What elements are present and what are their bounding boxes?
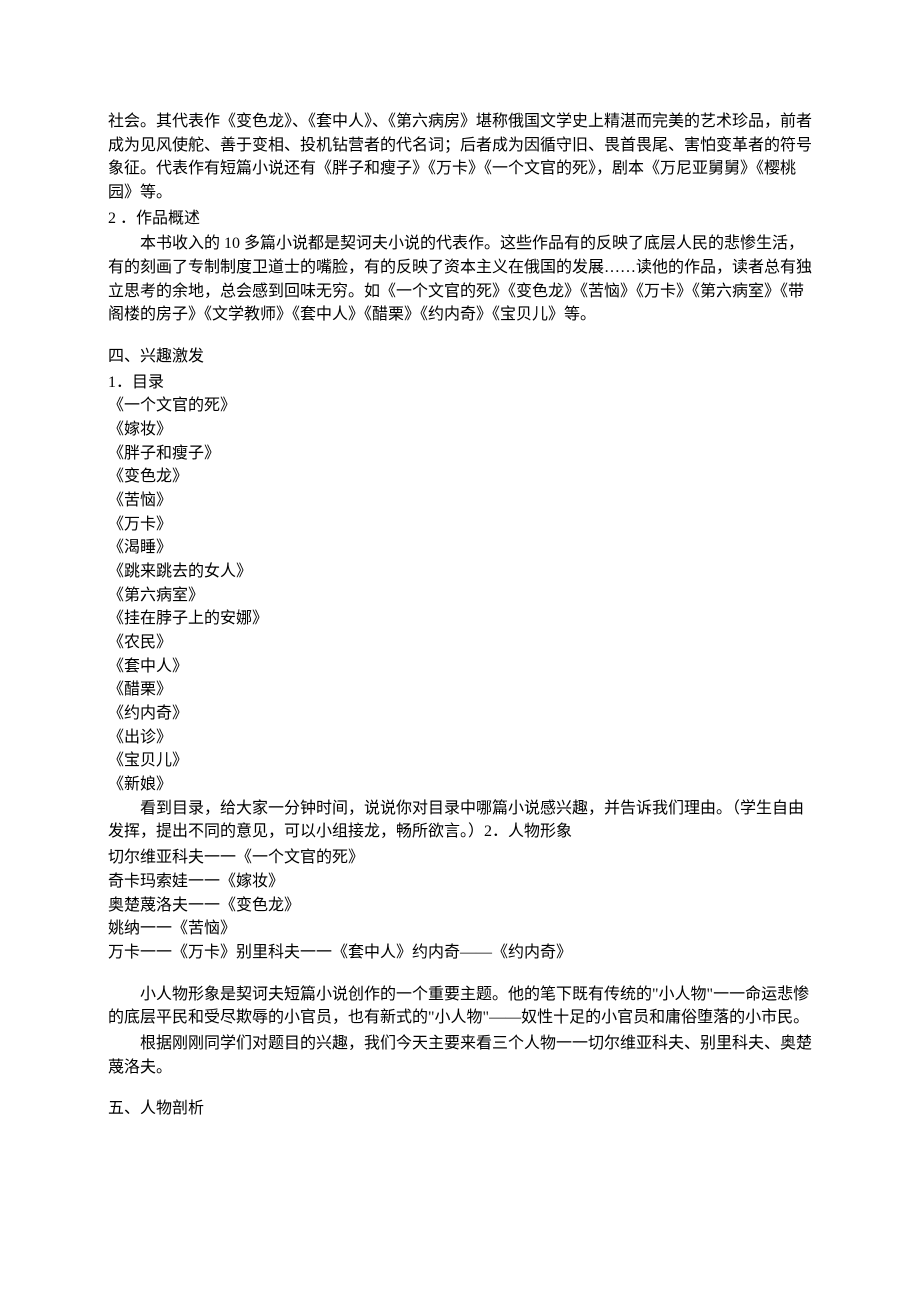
toc-label: 1．目录 — [108, 371, 812, 395]
paragraph-toc-prompt: 看到目录，给大家一分钟时间，说说你对目录中哪篇小说感兴趣，并告诉我们理由。（学生… — [108, 797, 812, 844]
paragraph-three-characters: 根据刚刚同学们对题目的兴趣，我们今天主要来看三个人物一一切尔维亚科夫、别里科夫、… — [108, 1032, 812, 1079]
toc-item: 《万卡》 — [108, 513, 812, 537]
toc-item: 《套中人》 — [108, 655, 812, 679]
toc-item: 《农民》 — [108, 631, 812, 655]
toc-item: 《变色龙》 — [108, 465, 812, 489]
character-mapping: 奥楚蔑洛夫一一《变色龙》 — [108, 894, 812, 918]
toc-item: 《挂在脖子上的安娜》 — [108, 607, 812, 631]
toc-item: 《出诊》 — [108, 726, 812, 750]
section-4-heading: 四、兴趣激发 — [108, 345, 812, 369]
toc-item: 《宝贝儿》 — [108, 749, 812, 773]
toc-item: 《渴睡》 — [108, 536, 812, 560]
toc-item: 《胖子和瘦子》 — [108, 442, 812, 466]
paragraph-representative-works: 社会。其代表作《变色龙》、《套中人》、《第六病房》堪称俄国文学史上精湛而完美的艺… — [108, 110, 812, 205]
spacer — [108, 965, 812, 983]
subheading-works-overview: 2 ．作品概述 — [108, 207, 812, 231]
character-mapping: 奇卡玛索娃一一《嫁妆》 — [108, 870, 812, 894]
character-mapping: 切尔维亚科夫一一《一个文官的死》 — [108, 846, 812, 870]
paragraph-works-overview-body: 本书收入的 10 多篇小说都是契诃夫小说的代表作。这些作品有的反映了底层人民的悲… — [108, 232, 812, 327]
toc-item: 《第六病室》 — [108, 584, 812, 608]
toc-item: 《跳来跳去的女人》 — [108, 560, 812, 584]
character-mapping: 姚纳一一《苦恼》 — [108, 917, 812, 941]
paragraph-small-people-theme: 小人物形象是契诃夫短篇小说创作的一个重要主题。他的笔下既有传统的"小人物"一一命… — [108, 983, 812, 1030]
toc-item: 《醋栗》 — [108, 678, 812, 702]
character-mapping: 万卡一一《万卡》别里科夫一一《套中人》约内奇——《约内奇》 — [108, 941, 812, 965]
toc-item: 《苦恼》 — [108, 489, 812, 513]
toc-item: 《新娘》 — [108, 773, 812, 797]
document-page: 社会。其代表作《变色龙》、《套中人》、《第六病房》堪称俄国文学史上精湛而完美的艺… — [0, 0, 920, 1183]
toc-item: 《嫁妆》 — [108, 418, 812, 442]
toc-item: 《约内奇》 — [108, 702, 812, 726]
toc-item: 《一个文官的死》 — [108, 394, 812, 418]
section-5-heading: 五、人物剖析 — [108, 1097, 812, 1121]
